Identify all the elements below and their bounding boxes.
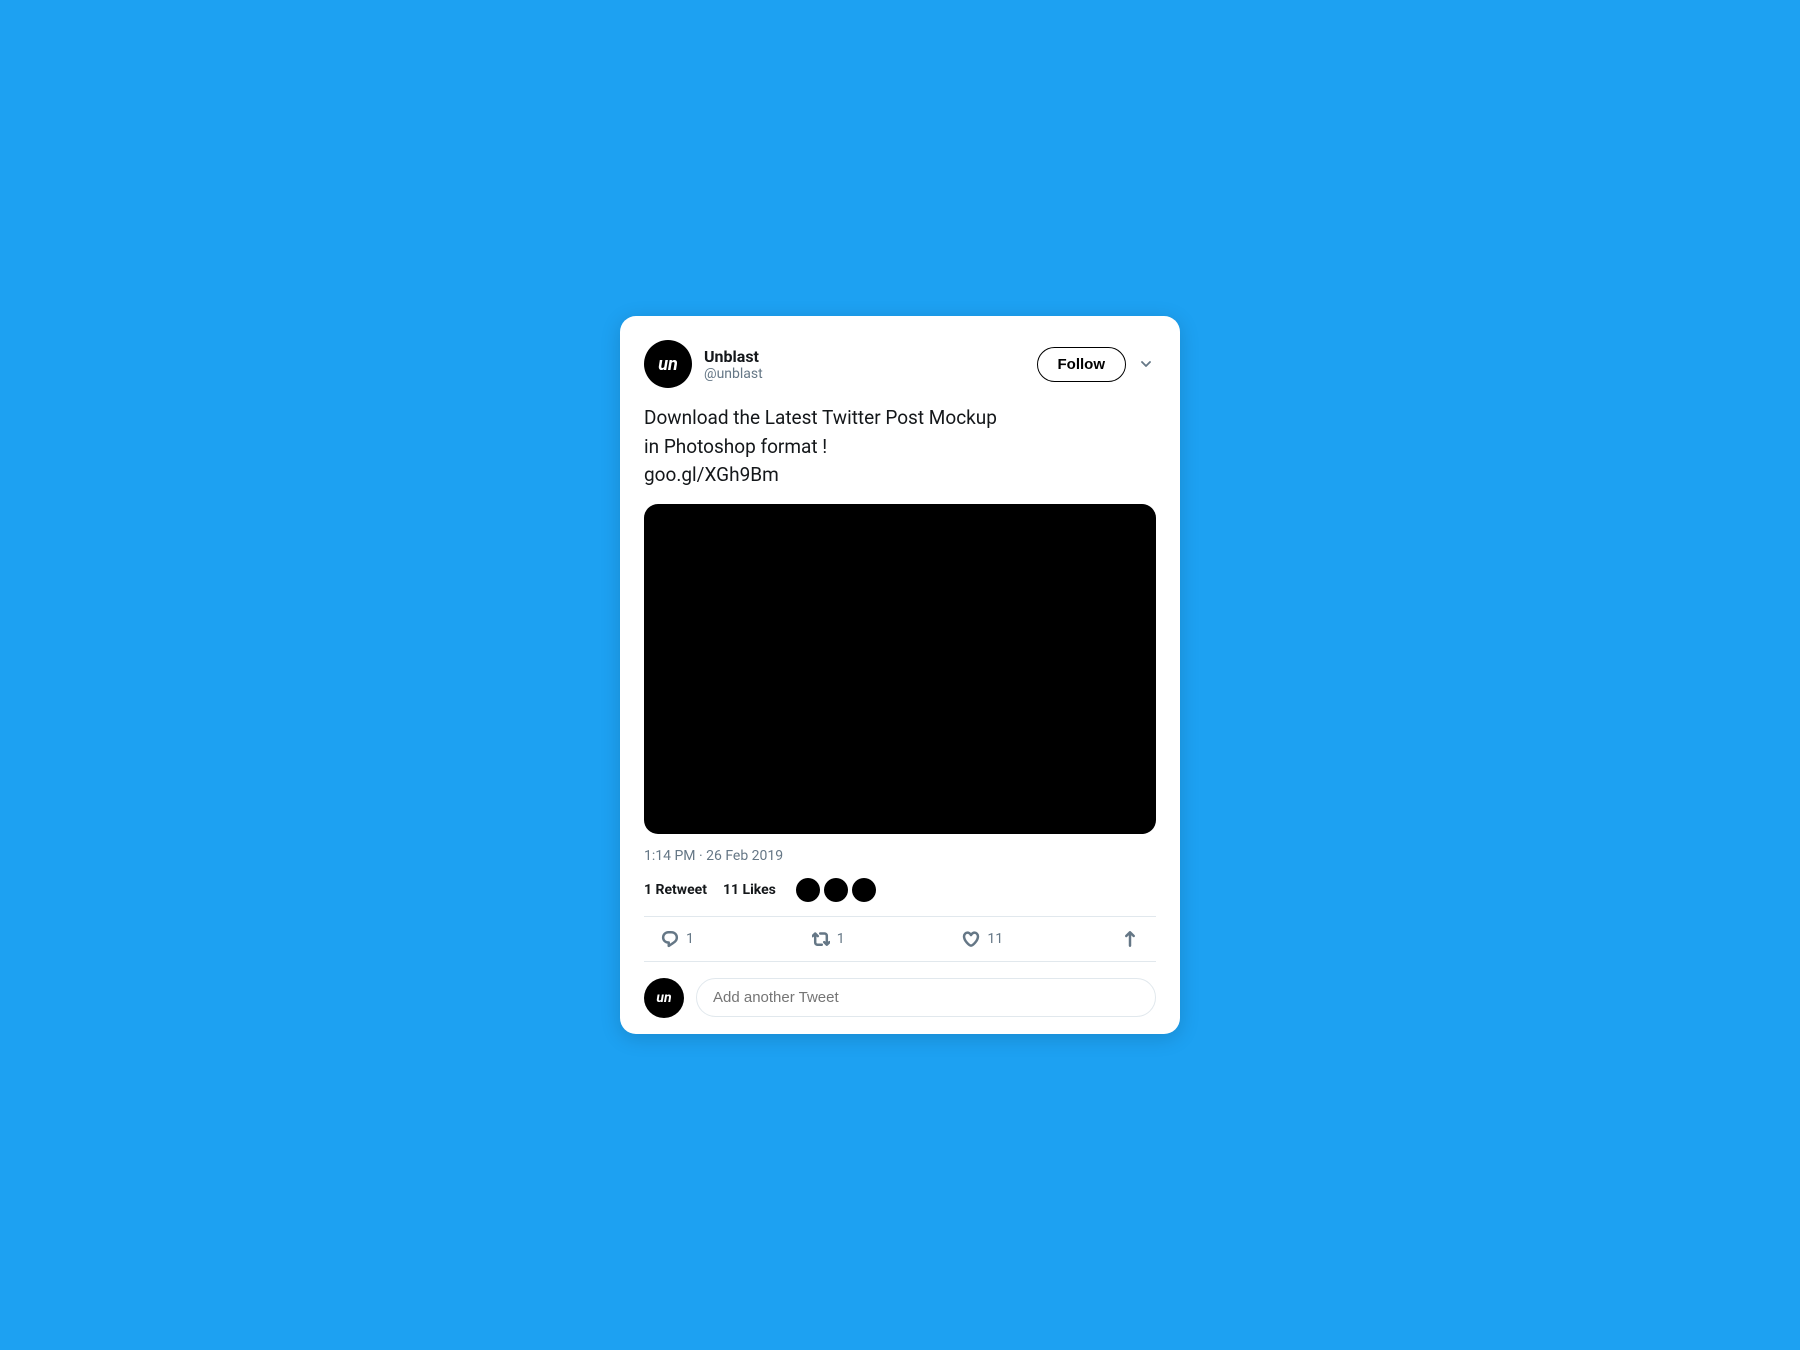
like-avatar-3 — [852, 878, 876, 902]
tweet-media-image — [644, 504, 1156, 834]
follow-button[interactable]: Follow — [1037, 347, 1127, 382]
like-action[interactable]: 11 — [961, 929, 1003, 949]
tweet-header-right: Follow — [1037, 347, 1157, 382]
tweet-body: Download the Latest Twitter Post Mockup … — [644, 404, 1156, 490]
dm-icon — [1120, 929, 1140, 949]
like-avatar-1 — [796, 878, 820, 902]
user-info: Unblast @unblast — [704, 347, 763, 382]
tweet-header-left: un Unblast @unblast — [644, 340, 763, 388]
like-count: 11 — [987, 931, 1003, 947]
like-avatars — [796, 878, 876, 902]
avatar: un — [644, 340, 692, 388]
reply-action[interactable]: 1 — [660, 929, 694, 949]
reply-icon — [660, 929, 680, 949]
tweet-card: un Unblast @unblast Follow Download the … — [620, 316, 1180, 1034]
avatar-initials: un — [658, 354, 678, 375]
tweet-header: un Unblast @unblast Follow — [644, 340, 1156, 388]
reply-count: 1 — [686, 931, 694, 947]
dm-action[interactable] — [1120, 929, 1140, 949]
chevron-down-icon[interactable] — [1136, 354, 1156, 374]
retweet-stat: 1 Retweet — [644, 882, 707, 898]
retweet-icon — [811, 929, 831, 949]
tweet-timestamp: 1:14 PM · 26 Feb 2019 — [644, 848, 1156, 864]
display-name: Unblast — [704, 347, 763, 366]
tweet-text: Download the Latest Twitter Post Mockup … — [644, 404, 1156, 490]
like-stat: 11 Likes — [723, 882, 776, 898]
tweet-actions: 1 1 11 — [644, 917, 1156, 962]
user-handle: @unblast — [704, 366, 763, 382]
compose-avatar-text: un — [656, 990, 671, 1006]
like-avatar-2 — [824, 878, 848, 902]
compose-avatar: un — [644, 978, 684, 1018]
tweet-compose: un — [644, 962, 1156, 1034]
compose-input[interactable] — [696, 978, 1156, 1017]
retweet-count: 1 — [837, 931, 845, 947]
retweet-action[interactable]: 1 — [811, 929, 845, 949]
heart-icon — [961, 929, 981, 949]
tweet-stats: 1 Retweet 11 Likes — [644, 878, 1156, 917]
